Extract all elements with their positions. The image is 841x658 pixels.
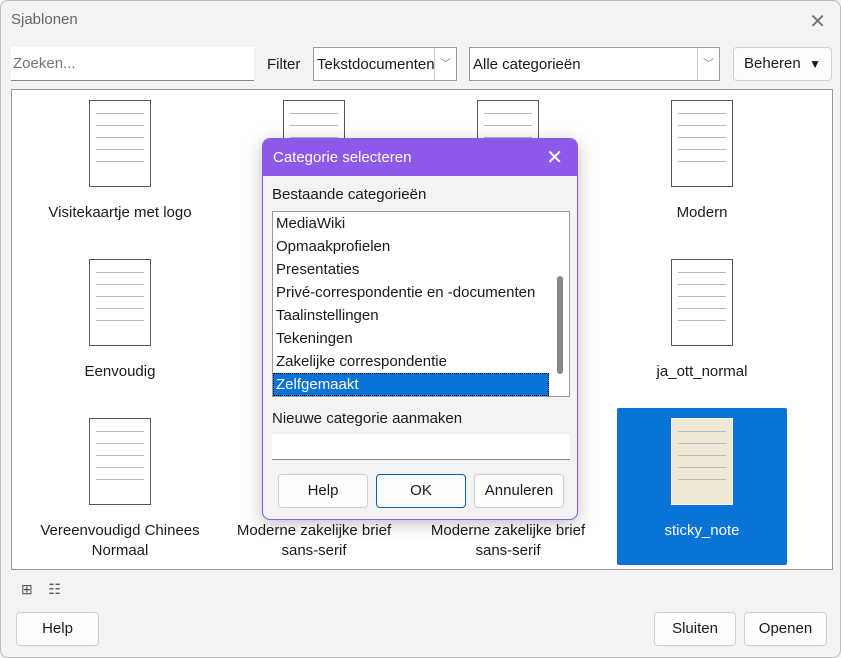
template-label: sticky_note: [664, 522, 740, 539]
template-label: Moderne zakelijke brief sans-serif: [236, 522, 392, 559]
select-category-dialog: Categorie selecteren ✕ Bestaande categori…: [262, 138, 578, 520]
window-title: Sjablonen: [11, 11, 78, 28]
template-item[interactable]: Visitekaartje met logo: [35, 100, 205, 223]
chevron-down-icon: ﹀: [697, 48, 719, 80]
template-item[interactable]: Modern: [617, 100, 787, 223]
existing-categories-label: Bestaande categorieën: [272, 186, 427, 203]
template-item[interactable]: Vereenvoudigd Chinees Normaal: [35, 418, 205, 561]
dialog-title: Categorie selecteren: [273, 149, 412, 166]
open-button[interactable]: Openen: [744, 612, 827, 646]
close-icon[interactable]: ✕: [809, 9, 826, 34]
template-label: Vereenvoudigd Chinees Normaal: [40, 522, 200, 559]
template-thumbnail: [671, 418, 733, 505]
category-item[interactable]: Zakelijke correspondentie: [273, 350, 549, 373]
list-view-icon[interactable]: ☷: [48, 581, 61, 597]
template-label: Eenvoudig: [84, 363, 156, 380]
doc-type-value: Tekstdocumenten: [317, 56, 435, 73]
category-list[interactable]: MediaWiki Opmaakprofielen Presentaties Priv…: [272, 211, 570, 397]
thumbnail-view-icon[interactable]: ⊞: [21, 581, 33, 597]
template-thumbnail: [89, 100, 151, 187]
close-button[interactable]: Sluiten: [654, 612, 736, 646]
category-item[interactable]: Opmaakprofielen: [273, 235, 549, 258]
template-item[interactable]: Eenvoudig: [35, 259, 205, 382]
category-item[interactable]: Tekeningen: [273, 327, 549, 350]
cancel-button[interactable]: Annuleren: [474, 474, 564, 508]
category-item[interactable]: MediaWiki: [273, 212, 549, 235]
search-input[interactable]: [11, 47, 254, 81]
template-label: ja_ott_normal: [656, 363, 748, 380]
dialog-titlebar: Categorie selecteren ✕: [263, 139, 577, 176]
template-label: Modern: [676, 204, 728, 221]
category-value: Alle categorieën: [473, 56, 581, 73]
doc-type-select[interactable]: Tekstdocumenten ﹀: [313, 47, 457, 81]
category-item[interactable]: Taalinstellingen: [273, 304, 549, 327]
scrollbar[interactable]: [557, 276, 563, 374]
template-item[interactable]: ja_ott_normal: [617, 259, 787, 382]
template-thumbnail: [89, 418, 151, 505]
chevron-down-icon: ﹀: [434, 48, 456, 80]
template-thumbnail: [671, 259, 733, 346]
category-item[interactable]: Presentaties: [273, 258, 549, 281]
help-button[interactable]: Help: [16, 612, 99, 646]
help-label: Help: [307, 482, 339, 499]
dialog-help-button[interactable]: Help: [278, 474, 368, 508]
category-select[interactable]: Alle categorieën ﹀: [469, 47, 720, 81]
view-toggles: ⊞ ☷: [21, 581, 61, 598]
open-label: Openen: [758, 620, 813, 637]
template-item[interactable]: sticky_note: [617, 408, 787, 565]
close-label: Sluiten: [672, 620, 718, 637]
new-category-input[interactable]: [272, 434, 570, 460]
category-item[interactable]: Zelfgemaakt: [273, 373, 549, 396]
manage-button[interactable]: Beheren ▼: [733, 47, 832, 81]
filter-label: Filter: [267, 56, 301, 73]
new-category-label: Nieuwe categorie aanmaken: [272, 410, 463, 427]
template-thumbnail: [89, 259, 151, 346]
ok-button[interactable]: OK: [376, 474, 466, 508]
cancel-label: Annuleren: [484, 482, 554, 499]
template-label: Visitekaartje met logo: [48, 204, 192, 221]
ok-label: OK: [410, 482, 432, 499]
template-thumbnail: [671, 100, 733, 187]
template-label: Moderne zakelijke brief sans-serif: [430, 522, 586, 559]
dropdown-arrow-icon: ▼: [809, 57, 821, 71]
help-label: Help: [42, 620, 73, 637]
close-icon[interactable]: ✕: [546, 145, 563, 170]
manage-label: Beheren: [744, 55, 801, 72]
category-item[interactable]: Privé-correspondentie en -documenten: [273, 281, 549, 304]
